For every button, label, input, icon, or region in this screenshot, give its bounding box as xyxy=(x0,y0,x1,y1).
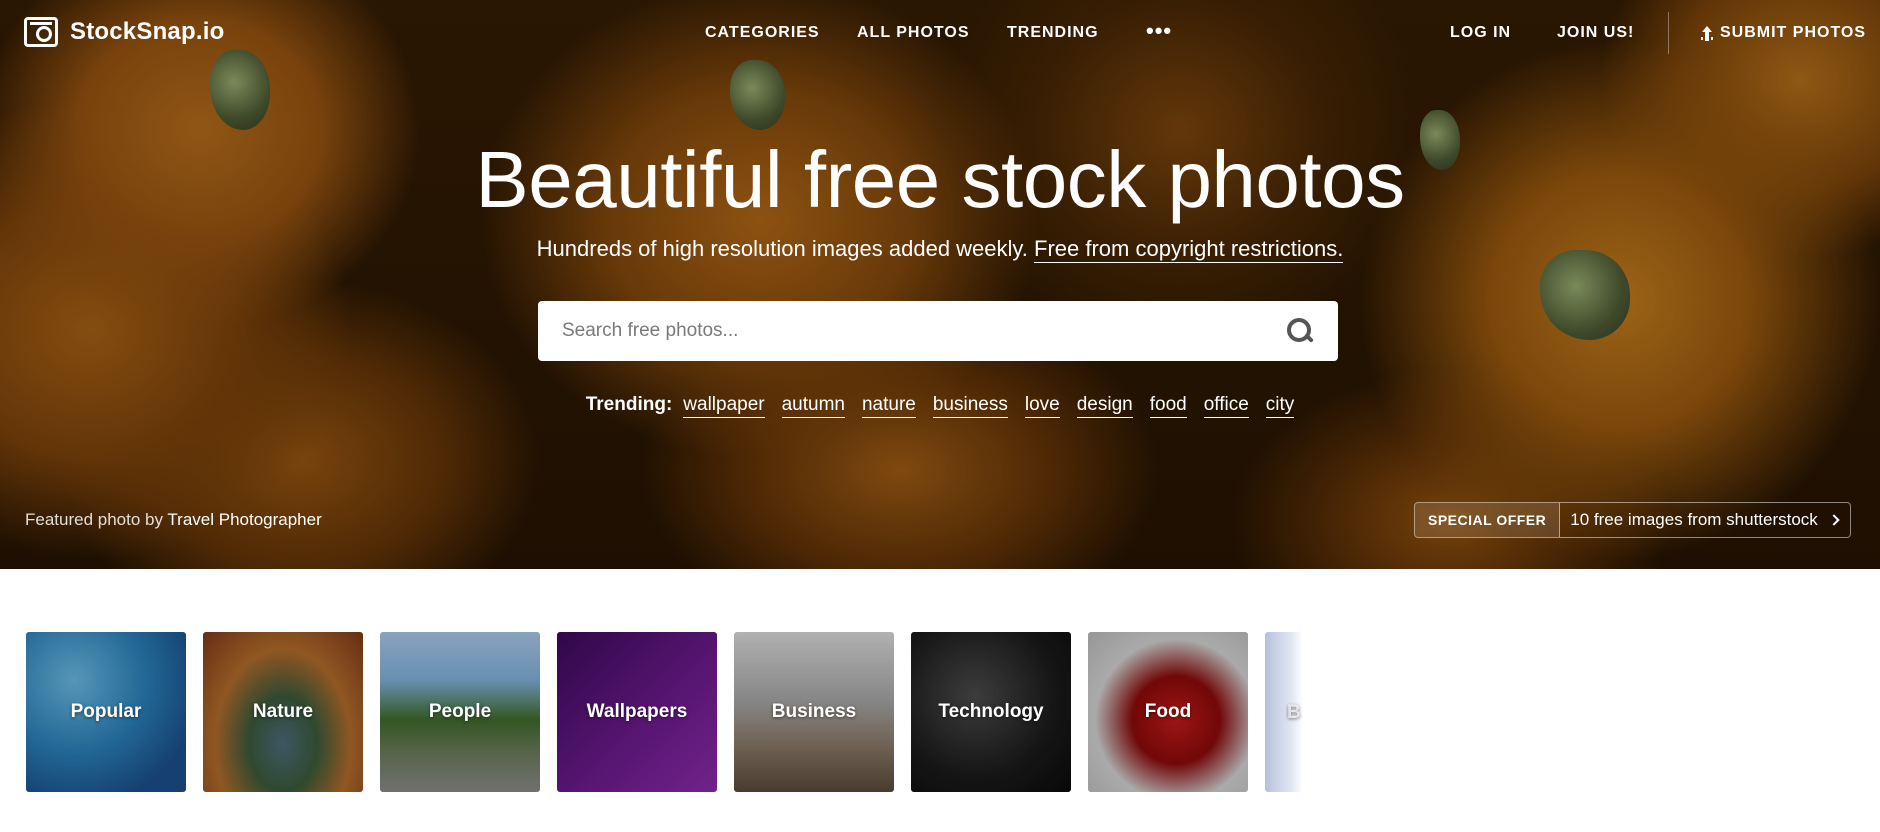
special-offer-badge: SPECIAL OFFER xyxy=(1415,503,1561,537)
trending-tag[interactable]: food xyxy=(1149,394,1187,418)
category-tile-technology[interactable]: Technology xyxy=(911,632,1071,792)
trending-tags: Trending: wallpaper autumn nature busine… xyxy=(0,394,1880,418)
category-label: Technology xyxy=(938,701,1044,722)
category-label: B xyxy=(1287,702,1301,723)
site-logo[interactable]: StockSnap.io xyxy=(24,17,224,47)
category-label: People xyxy=(428,701,492,722)
copyright-link[interactable]: Free from copyright restrictions. xyxy=(1034,236,1344,263)
credit-author-link[interactable]: Travel Photographer xyxy=(167,510,321,529)
category-label: Business xyxy=(771,701,857,722)
category-label: Popular xyxy=(70,701,142,722)
search-icon[interactable] xyxy=(1286,317,1314,345)
trending-tag[interactable]: office xyxy=(1203,394,1249,418)
submit-photos-button[interactable]: SUBMIT PHOTOS xyxy=(1700,24,1866,42)
nav-trending[interactable]: TRENDING xyxy=(1007,24,1099,42)
trending-tag[interactable]: city xyxy=(1265,394,1295,418)
logo-text: StockSnap.io xyxy=(70,18,225,45)
subline-text: Hundreds of high resolution images added… xyxy=(536,236,1028,261)
trending-tag[interactable]: love xyxy=(1024,394,1060,418)
search-bar xyxy=(538,301,1338,361)
trending-tag[interactable]: business xyxy=(932,394,1008,418)
category-tile-nature[interactable]: Nature xyxy=(203,632,363,792)
offer-text-label: 10 free images from shutterstock xyxy=(1570,510,1818,529)
special-offer-text: 10 free images from shutterstock xyxy=(1560,503,1850,537)
category-label: Wallpapers xyxy=(586,701,688,722)
chevron-right-icon xyxy=(1828,514,1840,526)
nav-categories[interactable]: CATEGORIES xyxy=(705,24,820,42)
category-tile-popular[interactable]: Popular xyxy=(26,632,186,792)
trending-tag[interactable]: autumn xyxy=(781,394,845,418)
nav-divider xyxy=(1668,12,1669,54)
category-tile-food[interactable]: Food xyxy=(1088,632,1248,792)
category-label: Nature xyxy=(252,701,314,722)
upload-icon xyxy=(1700,26,1714,40)
photo-credit: Featured photo by Travel Photographer xyxy=(25,510,322,530)
trending-label: Trending: xyxy=(585,394,673,415)
hero-headline: Beautiful free stock photos xyxy=(475,135,1405,224)
category-label: Food xyxy=(1144,701,1192,722)
submit-photos-label: SUBMIT PHOTOS xyxy=(1720,24,1867,41)
camera-icon xyxy=(24,17,58,47)
nav-join[interactable]: JOIN US! xyxy=(1557,24,1634,42)
category-tile-wallpapers[interactable]: Wallpapers xyxy=(557,632,717,792)
category-tile-business[interactable]: Business xyxy=(734,632,894,792)
category-tile-partial[interactable]: B xyxy=(1265,632,1303,792)
trending-tag[interactable]: nature xyxy=(861,394,916,418)
credit-prefix: Featured photo by xyxy=(25,510,163,529)
search-input[interactable] xyxy=(562,320,1286,342)
category-tiles: Popular Nature People Wallpapers Busines… xyxy=(26,632,1303,792)
special-offer-banner[interactable]: SPECIAL OFFER 10 free images from shutte… xyxy=(1414,502,1851,538)
more-menu-icon[interactable]: ••• xyxy=(1146,18,1172,44)
trending-tag[interactable]: design xyxy=(1076,394,1133,418)
nav-all-photos[interactable]: ALL PHOTOS xyxy=(857,24,970,42)
nav-login[interactable]: LOG IN xyxy=(1450,24,1511,42)
hero-subline: Hundreds of high resolution images added… xyxy=(0,236,1880,263)
hero-banner: StockSnap.io CATEGORIES ALL PHOTOS TREND… xyxy=(0,0,1880,569)
category-tile-people[interactable]: People xyxy=(380,632,540,792)
trending-tag[interactable]: wallpaper xyxy=(683,394,765,418)
